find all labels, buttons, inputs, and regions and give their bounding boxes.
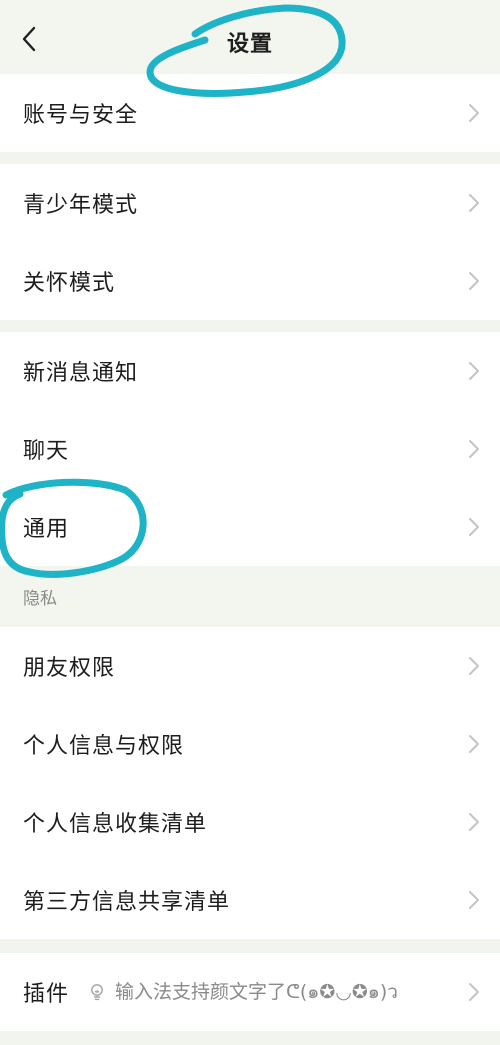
settings-item-label: 插件 — [23, 982, 70, 1007]
chevron-right-icon — [469, 194, 479, 212]
settings-item-plugins[interactable]: 插件 输入法支持颜文字了ᕦ(๑✪◡✪๑)ว — [0, 953, 500, 1031]
app-header: 设置 — [0, 0, 500, 74]
chevron-right-icon — [469, 657, 479, 675]
settings-item-label: 青少年模式 — [23, 193, 139, 218]
settings-group-modes: 青少年模式 关怀模式 — [0, 164, 500, 320]
plugin-note-text: 输入法支持颜文字了ᕦ(๑✪◡✪๑)ว — [115, 981, 398, 1003]
settings-item-label: 通用 — [23, 517, 70, 542]
settings-group-privacy: 朋友权限 个人信息与权限 个人信息收集清单 第三方信息共享清单 — [0, 627, 500, 939]
plugin-note: 输入法支持颜文字了ᕦ(๑✪◡✪๑)ว — [89, 977, 398, 1007]
chevron-right-icon — [469, 983, 479, 1001]
chevron-right-icon — [469, 518, 479, 536]
section-header-privacy: 隐私 — [0, 566, 500, 618]
settings-group-general: 新消息通知 聊天 通用 — [0, 332, 500, 566]
settings-item-new-message-notification[interactable]: 新消息通知 — [0, 332, 500, 410]
settings-item-third-party-sharing[interactable]: 第三方信息共享清单 — [0, 861, 500, 939]
settings-item-label: 新消息通知 — [23, 361, 139, 386]
page-title: 设置 — [226, 32, 273, 57]
lightbulb-icon — [91, 984, 103, 1001]
settings-item-label: 个人信息收集清单 — [23, 812, 208, 837]
section-label: 隐私 — [23, 589, 57, 609]
chevron-right-icon — [469, 813, 479, 831]
chevron-right-icon — [469, 891, 479, 909]
settings-item-label: 账号与安全 — [23, 103, 139, 128]
settings-item-label: 关怀模式 — [23, 271, 116, 296]
settings-item-label: 个人信息与权限 — [23, 734, 185, 759]
settings-item-personal-info-permissions[interactable]: 个人信息与权限 — [0, 705, 500, 783]
settings-item-care-mode[interactable]: 关怀模式 — [0, 242, 500, 320]
settings-item-general[interactable]: 通用 — [0, 488, 500, 566]
chevron-right-icon — [469, 104, 479, 122]
settings-item-label: 第三方信息共享清单 — [23, 890, 231, 915]
settings-item-label: 聊天 — [23, 439, 70, 464]
settings-item-youth-mode[interactable]: 青少年模式 — [0, 164, 500, 242]
chevron-right-icon — [469, 362, 479, 380]
settings-item-chat[interactable]: 聊天 — [0, 410, 500, 488]
settings-item-label: 朋友权限 — [23, 656, 116, 681]
settings-group-account: 账号与安全 — [0, 74, 500, 152]
settings-item-friend-permissions[interactable]: 朋友权限 — [0, 627, 500, 705]
chevron-right-icon — [469, 272, 479, 290]
settings-item-personal-info-collection[interactable]: 个人信息收集清单 — [0, 783, 500, 861]
chevron-right-icon — [469, 440, 479, 458]
settings-item-account-security[interactable]: 账号与安全 — [0, 74, 500, 152]
settings-group-plugins: 插件 输入法支持颜文字了ᕦ(๑✪◡✪๑)ว — [0, 953, 500, 1031]
chevron-right-icon — [469, 735, 479, 753]
